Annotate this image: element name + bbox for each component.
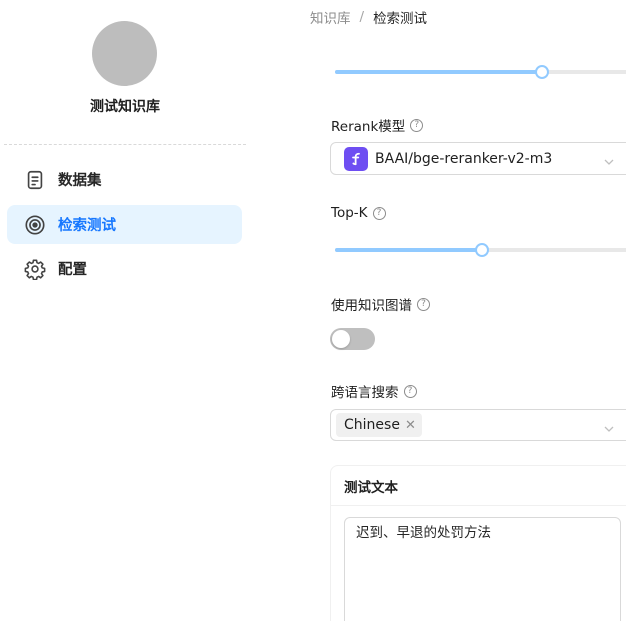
cross-language-label: 跨语言搜索 ? [331, 381, 417, 401]
topk-slider[interactable] [335, 243, 626, 257]
sidebar-item-config[interactable]: 配置 [7, 249, 242, 288]
test-text-card: 测试文本 迟到、早退的处罚方法 [330, 465, 626, 621]
card-title: 测试文本 [331, 466, 626, 506]
help-icon[interactable]: ? [410, 118, 424, 132]
knowledge-graph-toggle[interactable] [330, 328, 375, 350]
siliconflow-logo-icon [344, 146, 368, 171]
test-text-input[interactable]: 迟到、早退的处罚方法 [344, 517, 621, 621]
similarity-slider[interactable] [335, 65, 626, 79]
close-icon[interactable]: ✕ [405, 418, 416, 433]
breadcrumb-parent-link[interactable]: 知识库 [310, 7, 351, 27]
language-tag: Chinese ✕ [336, 413, 422, 437]
language-tag-label: Chinese [344, 417, 400, 433]
chevron-down-icon [603, 420, 615, 432]
kb-avatar [92, 21, 157, 86]
rerank-label-text: Rerank模型 [331, 119, 406, 135]
cross-language-select[interactable]: Chinese ✕ [330, 409, 626, 441]
help-icon[interactable]: ? [372, 206, 386, 220]
app-root: 测试知识库 数据集 检索测试 配置 知识库 / 检索测试 Rerank模型 ? … [0, 0, 626, 621]
slider-handle[interactable] [475, 243, 489, 257]
sidebar-item-dataset[interactable]: 数据集 [7, 160, 242, 199]
chevron-down-icon [603, 153, 615, 165]
sidebar-item-label: 数据集 [58, 173, 102, 189]
kb-name: 测试知识库 [90, 99, 160, 115]
rerank-label: Rerank模型 ? [331, 115, 424, 135]
cross-lang-label-text: 跨语言搜索 [331, 385, 399, 401]
knowledge-graph-label: 使用知识图谱 ? [331, 294, 430, 314]
rerank-model-value: BAAI/bge-reranker-v2-m3 [375, 150, 553, 167]
sidebar-item-retrieval-test[interactable]: 检索测试 [7, 205, 242, 244]
document-icon [23, 168, 47, 192]
slider-track [335, 248, 482, 252]
breadcrumb-current: 检索测试 [373, 11, 428, 27]
slider-track [335, 70, 542, 74]
rerank-model-select[interactable]: BAAI/bge-reranker-v2-m3 [330, 142, 626, 175]
topk-label: Top-K ? [331, 205, 386, 221]
help-icon[interactable]: ? [417, 297, 430, 311]
sidebar-divider [4, 144, 246, 145]
toggle-knob [332, 330, 350, 348]
target-icon [23, 213, 47, 237]
gear-icon [23, 257, 47, 281]
sidebar-item-label: 配置 [58, 262, 87, 278]
slider-handle[interactable] [535, 65, 549, 79]
breadcrumb: 知识库 / 检索测试 [310, 7, 427, 27]
topk-label-text: Top-K [331, 205, 368, 221]
sidebar-item-label: 检索测试 [58, 218, 116, 234]
sidebar: 测试知识库 数据集 检索测试 配置 [0, 0, 250, 621]
breadcrumb-separator: / [359, 9, 365, 25]
help-icon[interactable]: ? [403, 384, 417, 398]
kg-label-text: 使用知识图谱 [331, 298, 412, 314]
